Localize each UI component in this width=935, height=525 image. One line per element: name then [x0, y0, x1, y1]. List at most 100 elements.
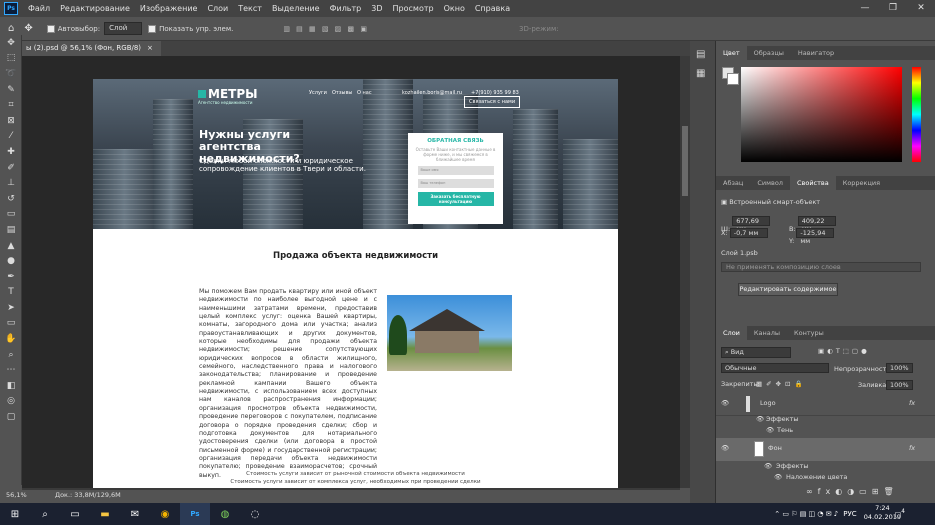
fx-icon[interactable]: fx: [909, 399, 915, 407]
eraser-tool-icon[interactable]: ▭: [0, 207, 22, 223]
tab-navigator[interactable]: Навигатор: [791, 46, 841, 60]
opacity-field[interactable]: 100%: [886, 363, 913, 373]
phone-field[interactable]: Ваш телефон: [417, 179, 494, 188]
menu-file[interactable]: Файл: [23, 4, 55, 13]
tab-properties[interactable]: Свойства: [789, 176, 836, 190]
canvas-area[interactable]: МЕТРЫ Агентство недвижимости Услуги Отзы…: [22, 56, 680, 488]
screen-mode-icon[interactable]: ▢: [0, 409, 22, 425]
width-field[interactable]: 677,69 мм: [732, 216, 771, 233]
color-picker-field[interactable]: [741, 67, 902, 162]
layer-effect-row[interactable]: 👁 Тень: [716, 426, 935, 437]
x-field[interactable]: -0,7 мм: [729, 228, 768, 238]
y-field[interactable]: -125,94 мм: [796, 228, 835, 245]
menu-image[interactable]: Изображение: [135, 4, 203, 13]
tab-character[interactable]: Символ: [750, 176, 790, 190]
visibility-eye-icon[interactable]: 👁: [721, 399, 729, 407]
home-icon[interactable]: ⌂: [8, 23, 14, 34]
nav-about[interactable]: О нас: [357, 90, 372, 96]
tab-paths[interactable]: Контуры: [787, 326, 831, 340]
eyedropper-tool-icon[interactable]: ⁄: [0, 129, 22, 145]
type-tool-icon[interactable]: T: [0, 285, 22, 301]
properties-panel-icon[interactable]: ▦: [696, 68, 709, 79]
photoshop-logo-icon[interactable]: Ps: [4, 2, 18, 15]
healing-tool-icon[interactable]: ✚: [0, 144, 22, 160]
layer-effects-row[interactable]: 👁 Эффекты: [716, 462, 935, 473]
windows-start-icon[interactable]: ⊞: [0, 503, 30, 525]
quick-select-tool-icon[interactable]: ✎: [0, 82, 22, 98]
lasso-tool-icon[interactable]: ➰: [0, 66, 22, 82]
zoom-tool-icon[interactable]: ⌕: [0, 347, 22, 363]
stamp-tool-icon[interactable]: ⊥: [0, 175, 22, 191]
effect-eye-icon[interactable]: 👁: [766, 426, 774, 434]
photoshop-taskbar-icon[interactable]: Ps: [180, 503, 210, 525]
autoselect-checkbox[interactable]: [46, 24, 55, 33]
name-field[interactable]: Ваше имя: [417, 166, 494, 175]
chrome-icon[interactable]: ◉: [150, 503, 180, 525]
move-tool-icon[interactable]: ✥: [24, 23, 32, 34]
fill-field[interactable]: 100%: [886, 380, 913, 390]
background-swatch[interactable]: [727, 73, 739, 85]
rectangle-tool-icon[interactable]: ▭: [0, 316, 22, 332]
tab-channels[interactable]: Каналы: [747, 326, 787, 340]
show-controls-checkbox[interactable]: [148, 24, 157, 33]
layer-filter-dropdown[interactable]: ⌕ Вид: [721, 347, 791, 358]
gradient-tool-icon[interactable]: ▤: [0, 222, 22, 238]
menu-filter[interactable]: Фильтр: [325, 4, 367, 13]
path-select-tool-icon[interactable]: ➤: [0, 300, 22, 316]
hue-slider[interactable]: [912, 67, 921, 162]
app-icon-gray[interactable]: ◌: [240, 503, 270, 525]
history-brush-icon[interactable]: ↺: [0, 191, 22, 207]
height-field[interactable]: 409,22 мм: [797, 216, 836, 233]
dodge-tool-icon[interactable]: ●: [0, 253, 22, 269]
layer-row-selected[interactable]: 👁 Фон fx: [716, 438, 935, 461]
layer-action-icons[interactable]: ∞fx◐◑▭⊞🗑: [806, 487, 899, 496]
menu-select[interactable]: Выделение: [267, 4, 325, 13]
layer-effect-row[interactable]: 👁 Наложение цвета: [716, 473, 935, 484]
move-tool-icon[interactable]: ✥: [0, 35, 22, 51]
tab-adjustments[interactable]: Коррекция: [836, 176, 887, 190]
layer-filter-icons[interactable]: ▣◐T⬚▢●: [818, 347, 870, 355]
menu-window[interactable]: Окно: [439, 4, 470, 13]
menu-layers[interactable]: Слои: [202, 4, 233, 13]
tab-swatches[interactable]: Образцы: [747, 46, 791, 60]
crop-tool-icon[interactable]: ⌗: [0, 97, 22, 113]
close-window-button[interactable]: ✕: [907, 0, 935, 17]
menu-type[interactable]: Текст: [233, 4, 267, 13]
nav-services[interactable]: Услуги: [309, 90, 327, 96]
layer-effects-row[interactable]: 👁 Эффекты: [716, 415, 935, 426]
vertical-scrollbar[interactable]: [680, 56, 690, 488]
zoom-level[interactable]: 56,1%: [6, 491, 27, 499]
maximize-button[interactable]: ❐: [879, 0, 907, 17]
effects-eye-icon[interactable]: 👁: [756, 415, 764, 423]
layer-comp-dropdown[interactable]: Не применять композицию слоев: [721, 262, 921, 272]
autoselect-dropdown[interactable]: Слой: [104, 22, 143, 35]
tab-color[interactable]: Цвет: [716, 46, 747, 60]
tab-paragraph[interactable]: Абзац: [716, 176, 750, 190]
file-explorer-icon[interactable]: ▬: [90, 503, 120, 525]
effects-eye-icon[interactable]: 👁: [764, 462, 772, 470]
foreground-background-icon[interactable]: ◧: [0, 378, 22, 394]
mail-icon[interactable]: ✉: [120, 503, 150, 525]
menu-edit[interactable]: Редактирование: [55, 4, 135, 13]
edit-contents-button[interactable]: Редактировать содержимое: [738, 283, 838, 296]
more-tools-icon[interactable]: ⋯: [0, 362, 22, 378]
minimize-button[interactable]: —: [851, 0, 879, 17]
clock[interactable]: 7:24 04.02.2019: [864, 504, 901, 522]
menu-3d[interactable]: 3D: [366, 4, 387, 13]
brush-tool-icon[interactable]: ✐: [0, 160, 22, 176]
document-canvas[interactable]: МЕТРЫ Агентство недвижимости Услуги Отзы…: [93, 79, 618, 488]
app-icon-green[interactable]: ◍: [210, 503, 240, 525]
nav-reviews[interactable]: Отзывы: [332, 90, 352, 96]
pen-tool-icon[interactable]: ✒: [0, 269, 22, 285]
blend-mode-dropdown[interactable]: Обычные: [721, 363, 829, 373]
visibility-eye-icon[interactable]: 👁: [721, 444, 729, 452]
lock-icons[interactable]: ▦✐✥⊡🔒: [756, 380, 807, 388]
order-consultation-button[interactable]: Заказать бесплатную консультацию: [417, 192, 494, 206]
menu-help[interactable]: Справка: [470, 4, 515, 13]
layer-row[interactable]: 👁 Logo fx: [716, 393, 935, 416]
menu-view[interactable]: Просмотр: [388, 4, 439, 13]
tray-icons[interactable]: ⌃ ▭ ⚐ ▤ ◫ ◔ ✉ ♪: [774, 510, 838, 518]
document-tab[interactable]: ы (2).psd @ 56,1% (Фон, RGB/8) ×: [22, 41, 161, 56]
marquee-tool-icon[interactable]: ⬚: [0, 51, 22, 67]
effect-eye-icon[interactable]: 👁: [774, 473, 782, 481]
